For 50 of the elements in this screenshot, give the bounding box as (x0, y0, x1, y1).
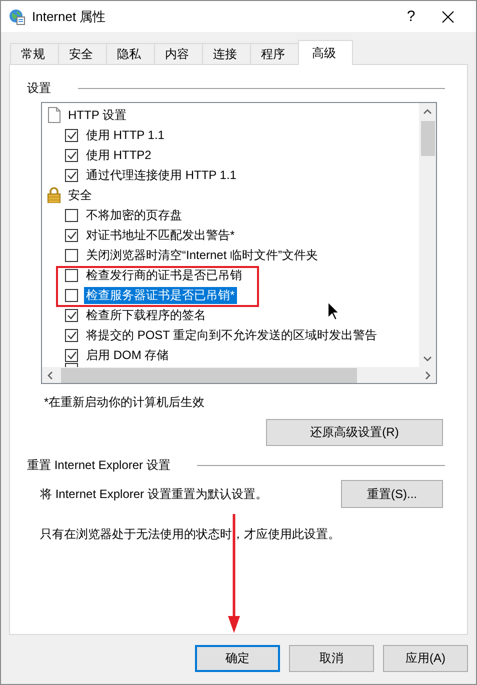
option-label[interactable]: 检查所下载程序的签名 (84, 306, 208, 324)
checkbox[interactable] (65, 288, 78, 302)
option-label[interactable]: 将提交的 POST 重定向到不允许发送的区域时发出警告 (84, 326, 380, 344)
option-label[interactable]: 不将加密的页存盘 (84, 206, 184, 224)
checkbox[interactable] (65, 208, 78, 222)
help-button[interactable]: ? (388, 8, 434, 25)
tab[interactable]: 隐私 (106, 43, 154, 64)
tab[interactable]: 程序 (250, 43, 298, 64)
scrollbar-thumb[interactable] (61, 368, 357, 382)
checkbox[interactable] (65, 228, 78, 242)
reset-button[interactable]: 重置(S)... (341, 480, 443, 508)
scrollbar-thumb[interactable] (420, 121, 434, 156)
tab[interactable]: 连接 (202, 43, 250, 64)
option-label[interactable]: 检查发行商的证书是否已吊销 (84, 266, 244, 284)
restore-button[interactable]: 还原高级设置(R) (266, 419, 443, 446)
dialog-button[interactable]: 确定 (195, 645, 280, 672)
option-label[interactable]: 对证书地址不匹配发出警告* (84, 226, 237, 244)
close-icon[interactable] (442, 10, 454, 22)
checkbox[interactable] (65, 168, 78, 182)
tab[interactable]: 高级 (298, 40, 353, 65)
tab[interactable]: 安全 (58, 43, 106, 64)
checkbox[interactable] (65, 268, 78, 282)
description: 将 Internet Explorer 设置重置为默认设置。 (40, 486, 268, 502)
checkbox[interactable] (65, 328, 78, 342)
cursor-icon (327, 301, 340, 321)
tab[interactable]: 常规 (10, 43, 58, 64)
category-label: HTTP 设置 (67, 106, 128, 124)
option-label[interactable]: 启用 DOM 存储 (84, 346, 171, 364)
globe-icon (9, 8, 25, 24)
option-label[interactable]: 检查服务器证书是否已吊销* (84, 286, 237, 304)
dialog-button[interactable]: 取消 (289, 645, 374, 672)
option-label[interactable]: 使用 HTTP2 (84, 146, 154, 164)
checkbox[interactable] (65, 348, 78, 362)
window-title: Internet 属性 (32, 8, 107, 26)
checkbox[interactable] (65, 308, 78, 322)
checkbox[interactable] (65, 248, 78, 262)
category-label: 安全 (67, 186, 93, 204)
checkbox[interactable] (65, 128, 78, 142)
group-title: 设置 (27, 80, 51, 96)
tab[interactable]: 内容 (154, 43, 202, 64)
dialog-button[interactable]: 应用(A) (383, 645, 468, 672)
option-label[interactable]: 通过代理连接使用 HTTP 1.1 (84, 166, 238, 184)
footnote: *在重新启动你的计算机后生效 (44, 394, 206, 411)
page-icon (47, 107, 61, 123)
checkbox[interactable] (65, 148, 78, 162)
warning-text: 只有在浏览器处于无法使用的状态时，才应使用此设置。 (40, 526, 341, 543)
group-title: 重置 Internet Explorer 设置 (27, 456, 170, 474)
option-label[interactable]: 使用 HTTP 1.1 (84, 126, 166, 144)
option-label[interactable]: 关闭浏览器时清空“Internet 临时文件”文件夹 (84, 246, 320, 264)
lock-icon (47, 187, 61, 203)
